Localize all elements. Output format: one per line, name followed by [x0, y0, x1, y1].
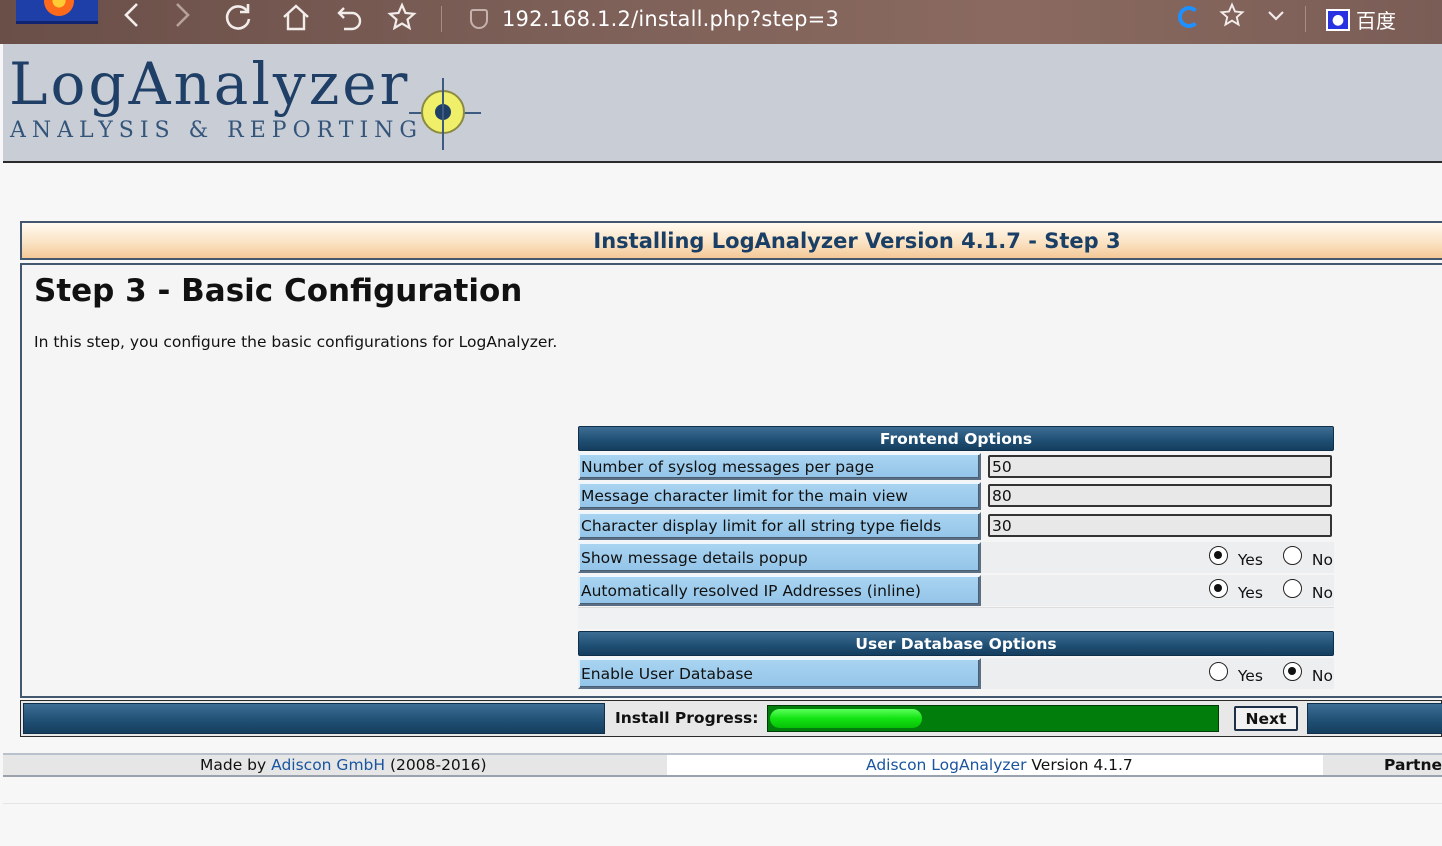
step-description: In this step, you configure the basic co…	[34, 333, 558, 351]
install-progress-label: Install Progress:	[615, 709, 759, 727]
config-label: Character display limit for all string t…	[578, 512, 981, 540]
config-label: Number of syslog messages per page	[578, 453, 981, 480]
browser-toolbar: 192.168.1.2/install.php?step=3 ● 百度	[0, 0, 1442, 44]
loganalyzer-link[interactable]: Adiscon LogAnalyzer	[866, 756, 1026, 774]
config-label: Automatically resolved IP Addresses (inl…	[578, 575, 981, 606]
config-label: Enable User Database	[578, 658, 981, 689]
partner-text: Partner	[1384, 756, 1442, 774]
chevron-down-icon[interactable]	[1258, 2, 1294, 34]
frontend-options-header: Frontend Options	[578, 426, 1334, 451]
config-row-main-view-limit: Message character limit for the main vie…	[578, 482, 1334, 510]
config-label: Show message details popup	[578, 542, 981, 573]
shield-icon	[470, 9, 488, 29]
messages-per-page-input[interactable]	[988, 455, 1332, 478]
footer-version: Adiscon LogAnalyzer Version 4.1.7	[866, 756, 1133, 774]
install-progress-fill	[770, 709, 922, 728]
step-heading: Step 3 - Basic Configuration	[34, 273, 523, 309]
string-field-limit-input[interactable]	[988, 514, 1332, 537]
version-text: Version 4.1.7	[1031, 756, 1133, 774]
baidu-paw-icon: ●	[1326, 8, 1350, 31]
config-row-messages-per-page: Number of syslog messages per page	[578, 453, 1334, 480]
content-panel: Step 3 - Basic Configuration In this ste…	[20, 263, 1442, 698]
favorite-icon[interactable]	[1214, 2, 1250, 34]
user-db-yes-radio[interactable]	[1208, 662, 1228, 681]
footer: Made by Adiscon GmbH (2008-2016) Adiscon…	[3, 755, 1442, 777]
user-db-no-radio[interactable]	[1282, 662, 1302, 681]
star-icon[interactable]	[384, 2, 420, 34]
config-row-details-popup: Show message details popup Yes No	[578, 542, 1334, 573]
radio-label: No	[1311, 666, 1333, 685]
radio-label: Yes	[1237, 550, 1263, 569]
footer-credit: Made by Adiscon GmbH (2008-2016)	[200, 756, 487, 774]
flower-favicon-icon	[16, 0, 98, 24]
user-database-options-header: User Database Options	[578, 631, 1334, 656]
config-row-string-field-limit: Character display limit for all string t…	[578, 512, 1334, 540]
details-popup-yes-radio[interactable]	[1208, 546, 1228, 565]
baidu-search-button[interactable]: ● 百度	[1326, 5, 1396, 34]
next-button[interactable]: Next	[1234, 706, 1298, 731]
radio-label: Yes	[1237, 583, 1263, 602]
forward-icon[interactable]	[164, 2, 200, 34]
adiscon-link[interactable]: Adiscon GmbH	[271, 756, 385, 774]
install-progress-strip: Install Progress: Next	[20, 700, 1442, 737]
config-label: Message character limit for the main vie…	[578, 482, 981, 510]
resolve-ip-yes-radio[interactable]	[1208, 579, 1228, 598]
made-by-text: Made by	[200, 756, 267, 774]
config-row-enable-user-db: Enable User Database Yes No	[578, 658, 1334, 689]
logo-subtitle: ANALYSIS & REPORTING	[10, 118, 423, 143]
main-view-char-limit-input[interactable]	[988, 484, 1332, 507]
loganalyzer-logo[interactable]: LogAnalyzer ANALYSIS & REPORTING	[9, 52, 489, 157]
back-icon[interactable]	[114, 2, 150, 34]
logo-title: LogAnalyzer	[9, 50, 411, 118]
radio-label: No	[1311, 550, 1333, 569]
page-header: LogAnalyzer ANALYSIS & REPORTING	[3, 44, 1442, 163]
years-text: (2008-2016)	[389, 756, 487, 774]
radio-label: No	[1311, 583, 1333, 602]
config-row-resolve-ip: Automatically resolved IP Addresses (inl…	[578, 575, 1334, 606]
url-text: 192.168.1.2/install.php?step=3	[502, 7, 840, 31]
ie-icon[interactable]	[1178, 6, 1200, 28]
details-popup-no-radio[interactable]	[1282, 546, 1302, 565]
refresh-icon[interactable]	[220, 2, 256, 34]
install-title-bar: Installing LogAnalyzer Version 4.1.7 - S…	[20, 221, 1442, 260]
install-progress-bar	[767, 705, 1219, 732]
radio-label: Yes	[1237, 666, 1263, 685]
home-icon[interactable]	[278, 2, 314, 34]
undo-icon[interactable]	[332, 2, 368, 34]
resolve-ip-no-radio[interactable]	[1282, 579, 1302, 598]
baidu-label: 百度	[1356, 9, 1396, 33]
address-bar[interactable]: 192.168.1.2/install.php?step=3	[470, 4, 839, 34]
install-title: Installing LogAnalyzer Version 4.1.7 - S…	[593, 228, 1121, 253]
